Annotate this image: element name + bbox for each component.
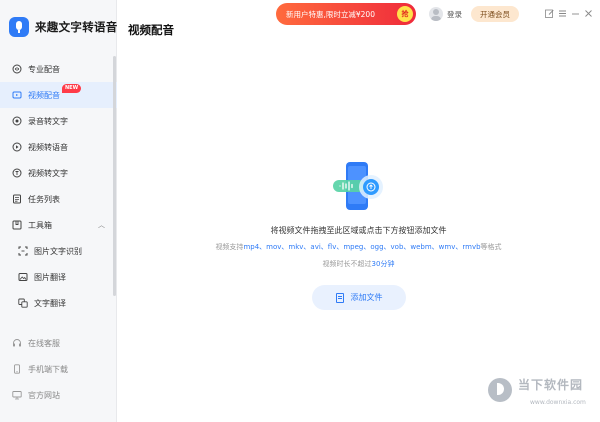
- new-badge: NEW: [62, 84, 82, 93]
- sidebar-item-label: 图片翻译: [34, 272, 66, 282]
- login-link[interactable]: 登录: [447, 9, 462, 20]
- open-vip-button[interactable]: 开通会员: [471, 6, 519, 22]
- sidebar-item-text-translate[interactable]: 文字翻译: [0, 290, 117, 316]
- sidebar-item-label: 视频转语音: [28, 142, 68, 152]
- menu-icon[interactable]: [557, 8, 567, 18]
- sidebar-item-video-to-text[interactable]: 视频转文字: [0, 160, 117, 186]
- sidebar-item-official-site[interactable]: 官方网站: [0, 382, 117, 408]
- sidebar: 来趣文字转语音 专业配音 视频配音 NEW 录音转文字 视频转语音 视频转文字 …: [0, 0, 117, 422]
- duration-value: 30分钟: [371, 260, 395, 268]
- video-upload-illustration-icon: [332, 160, 388, 212]
- sidebar-item-image-ocr[interactable]: 图片文字识别: [0, 238, 117, 264]
- supported-formats: 视频支持mp4、mov、mkv、avi、flv、mpeg、ogg、vob、web…: [117, 242, 600, 252]
- professional-dub-icon: [12, 64, 22, 74]
- toolbox-icon: [12, 220, 22, 230]
- headset-icon: [12, 338, 22, 348]
- file-icon: [335, 292, 344, 303]
- sidebar-item-label: 视频转文字: [28, 168, 68, 178]
- edit-icon[interactable]: [544, 8, 554, 18]
- promo-banner[interactable]: 新用户特惠,限时立减¥200 抢: [276, 3, 416, 25]
- sidebar-item-label: 视频配音: [28, 90, 60, 100]
- sidebar-item-mobile-download[interactable]: 手机端下载: [0, 356, 117, 382]
- sidebar-item-label: 手机端下载: [28, 364, 68, 374]
- minimize-icon[interactable]: [570, 8, 580, 18]
- image-translate-icon: [18, 272, 28, 282]
- sidebar-item-label: 录音转文字: [28, 116, 68, 126]
- close-icon[interactable]: [583, 8, 593, 18]
- text-translate-icon: [18, 298, 28, 308]
- sidebar-item-record-to-text[interactable]: 录音转文字: [0, 108, 117, 134]
- sidebar-bottom-nav: 在线客服 手机端下载 官方网站: [0, 330, 117, 408]
- sidebar-item-toolbox[interactable]: 工具箱 ︿: [0, 212, 117, 238]
- add-file-label: 添加文件: [350, 293, 383, 302]
- sidebar-item-label: 工具箱: [28, 220, 52, 230]
- formats-prefix: 视频支持: [215, 243, 244, 251]
- promo-text: 新用户特惠,限时立减¥200: [286, 9, 375, 19]
- sidebar-item-video-to-audio[interactable]: 视频转语音: [0, 134, 117, 160]
- video-dub-icon: [12, 90, 22, 100]
- sidebar-item-professional-dub[interactable]: 专业配音: [0, 56, 117, 82]
- image-ocr-icon: [18, 246, 28, 256]
- sidebar-scrollbar[interactable]: [113, 56, 116, 296]
- sidebar-item-video-dub[interactable]: 视频配音 NEW: [0, 82, 117, 108]
- watermark-url: www.downxia.com: [530, 399, 586, 406]
- sidebar-item-online-support[interactable]: 在线客服: [0, 330, 117, 356]
- task-list-icon: [12, 194, 22, 204]
- sidebar-item-label: 在线客服: [28, 338, 60, 348]
- duration-prefix: 视频时长不超过: [322, 260, 372, 268]
- sidebar-item-image-translate[interactable]: 图片翻译: [0, 264, 117, 290]
- sidebar-item-label: 专业配音: [28, 64, 60, 74]
- formats-list: mp4、mov、mkv、avi、flv、mpeg、ogg、vob、webm、wm…: [243, 243, 481, 251]
- duration-limit: 视频时长不超过30分钟: [117, 259, 600, 269]
- microphone-logo-icon: [9, 17, 29, 37]
- sidebar-item-label: 文字翻译: [34, 298, 66, 308]
- video-to-text-icon: [12, 168, 22, 178]
- add-file-button[interactable]: 添加文件: [312, 285, 406, 310]
- chevron-up-icon[interactable]: ︿: [98, 220, 105, 230]
- watermark-logo-icon: [488, 378, 512, 402]
- sidebar-item-label: 任务列表: [28, 194, 60, 204]
- video-to-audio-icon: [12, 142, 22, 152]
- page-title: 视频配音: [128, 23, 174, 37]
- watermark-text: 当下软件园: [518, 378, 584, 392]
- app-name: 来趣文字转语音: [35, 20, 118, 34]
- sidebar-item-task-list[interactable]: 任务列表: [0, 186, 117, 212]
- sidebar-nav: 专业配音 视频配音 NEW 录音转文字 视频转语音 视频转文字 任务列表 工具箱…: [0, 56, 117, 316]
- phone-icon: [12, 364, 22, 374]
- formats-suffix: 等格式: [480, 243, 502, 251]
- watermark: 当下软件园 www.downxia.com: [488, 374, 594, 414]
- sidebar-item-label: 图片文字识别: [34, 246, 82, 256]
- avatar-icon[interactable]: [429, 7, 443, 21]
- promo-grab-badge: 抢: [397, 6, 413, 22]
- monitor-icon: [12, 390, 22, 400]
- app-logo: 来趣文字转语音: [9, 17, 118, 37]
- record-to-text-icon: [12, 116, 22, 126]
- sidebar-item-label: 官方网站: [28, 390, 60, 400]
- drop-area-hint: 将视频文件拖拽至此区域或点击下方按钮添加文件: [270, 226, 447, 235]
